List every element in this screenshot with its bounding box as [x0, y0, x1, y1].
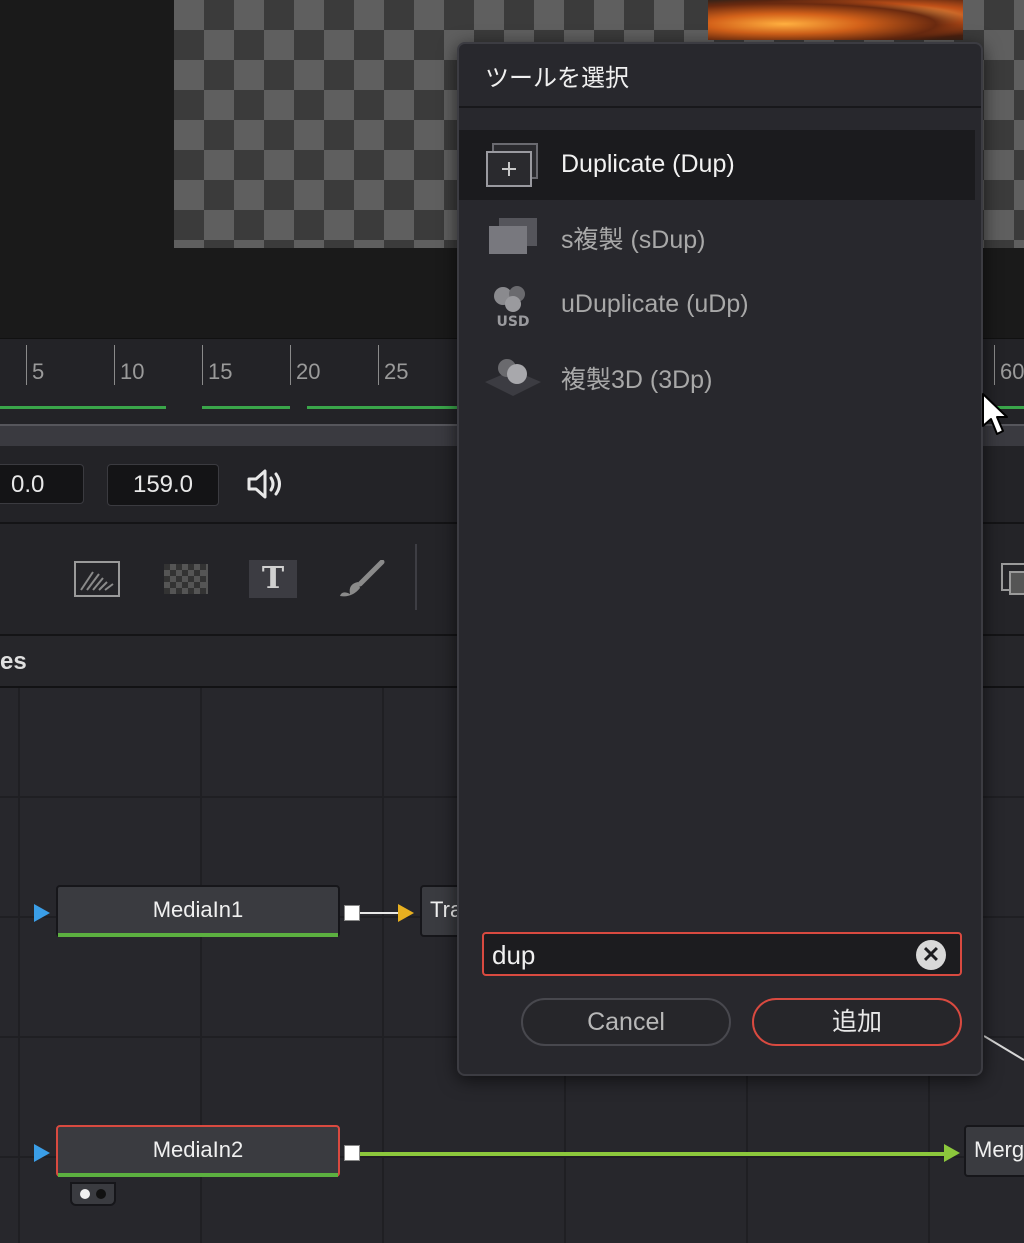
tool-list-item[interactable]: 複製3D (3Dp): [459, 340, 975, 410]
node-input-triangle[interactable]: [398, 904, 414, 922]
dialog-title: ツールを選択: [485, 65, 629, 92]
tool-list-item-label: Duplicate (Dup): [561, 150, 735, 178]
mediain2-node[interactable]: MediaIn2: [56, 1125, 340, 1177]
ruler-tick-label: 25: [384, 359, 409, 384]
ruler-tick: [994, 345, 995, 385]
node-input-triangle[interactable]: [34, 1144, 50, 1162]
ruler-tick-label: 60: [1000, 359, 1024, 384]
search-input[interactable]: [490, 937, 904, 973]
ruler-tick: [290, 345, 291, 385]
search-field[interactable]: ✕: [482, 932, 962, 976]
tool-list-item-label: 複製3D (3Dp): [561, 366, 713, 394]
ruler-tick-label: 15: [208, 359, 233, 384]
badge-dot: [80, 1189, 90, 1199]
merge-node[interactable]: Merg: [964, 1125, 1024, 1177]
ruler-tick-label: 10: [120, 359, 145, 384]
tool-list-item[interactable]: s複製 (sDup): [459, 200, 975, 270]
node-output-port[interactable]: [344, 905, 360, 921]
viewer-image: [708, 0, 963, 40]
cache-bar: [0, 406, 166, 409]
end-time-field[interactable]: 159.0: [107, 464, 219, 506]
node-label: Merg: [974, 1137, 1024, 1162]
usd-icon-label: USD: [496, 314, 529, 330]
ruler-tick: [114, 345, 115, 385]
ruler-tick-label: 5: [32, 359, 45, 384]
start-time-field[interactable]: 0.0: [0, 464, 84, 504]
ruler-tick: [26, 345, 27, 385]
node-status-bar: [58, 1173, 338, 1177]
node-input-triangle[interactable]: [944, 1144, 960, 1162]
node-output-port[interactable]: [344, 1145, 360, 1161]
cache-bar: [307, 406, 457, 409]
mouse-cursor-icon: [982, 393, 1008, 435]
tool-list-item[interactable]: USD uDuplicate (uDp): [459, 270, 975, 340]
cache-bar: [202, 406, 290, 409]
tool-list-item-label: uDuplicate (uDp): [561, 290, 749, 318]
ruler-tick-label: 20: [296, 359, 321, 384]
badge-dot: [96, 1189, 106, 1199]
ruler-tick: [378, 345, 379, 385]
node-label: MediaIn2: [152, 1137, 244, 1162]
usd-duplicate-icon: USD: [494, 286, 530, 330]
ruler-tick: [202, 345, 203, 385]
connection-line: [360, 1152, 944, 1156]
duplicate-icon: [486, 143, 538, 187]
sduplicate-icon: [489, 218, 537, 254]
node-input-triangle[interactable]: [34, 904, 50, 922]
node-status-bar: [58, 933, 338, 937]
background-icon[interactable]: [73, 560, 121, 598]
tool-icon-partial[interactable]: [1000, 560, 1024, 598]
paint-icon[interactable]: [338, 560, 386, 598]
clear-search-button[interactable]: ✕: [916, 940, 946, 970]
text-icon[interactable]: T: [249, 560, 297, 598]
mediain1-node[interactable]: MediaIn1: [56, 885, 340, 937]
nodes-panel-title: es: [0, 648, 27, 675]
connection-line: [984, 1035, 1024, 1061]
select-tool-dialog: ツールを選択 Duplicate (Dup) s複製 (sDup) USD uD…: [457, 42, 983, 1076]
speaker-icon[interactable]: [246, 468, 286, 500]
tool-list-item[interactable]: Duplicate (Dup): [459, 130, 975, 200]
duplicate3d-icon: [485, 359, 541, 396]
tool-list-item-label: s複製 (sDup): [561, 226, 706, 254]
add-button[interactable]: 追加: [752, 998, 962, 1046]
node-badge[interactable]: [70, 1182, 116, 1206]
dialog-header: ツールを選択: [459, 44, 981, 108]
checker-icon[interactable]: [162, 560, 210, 598]
node-label: MediaIn1: [152, 897, 244, 922]
connection-line: [360, 912, 398, 914]
cancel-button[interactable]: Cancel: [521, 998, 731, 1046]
toolbar-separator: [415, 544, 417, 610]
